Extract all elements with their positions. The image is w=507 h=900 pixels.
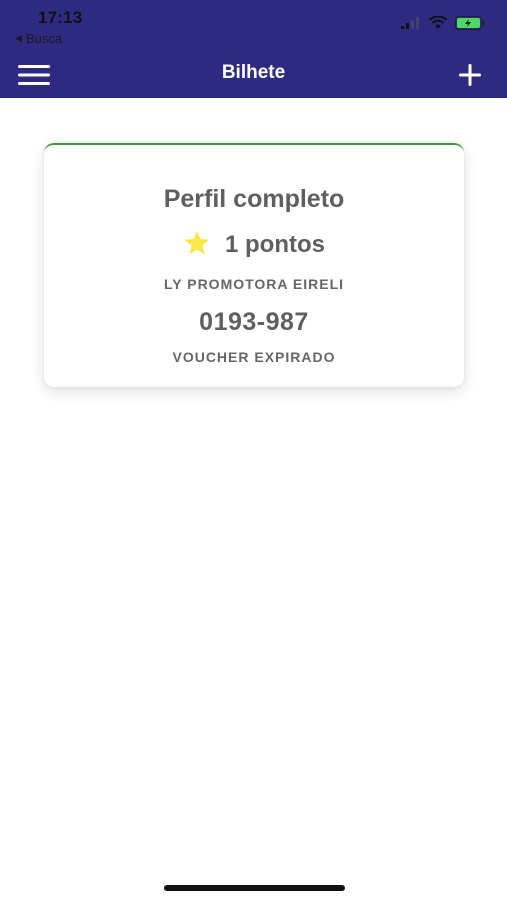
- voucher-title: Perfil completo: [163, 185, 345, 213]
- page-title: Bilhete: [221, 62, 286, 83]
- screen: 17:13 ◀ Busca Bilhete Perfil completo 1 …: [0, 0, 507, 900]
- back-triangle-icon: ◀: [15, 33, 22, 43]
- back-app-label: Busca: [25, 31, 63, 46]
- points-row: 1 pontos: [44, 230, 464, 259]
- cellular-signal-icon: [401, 17, 419, 29]
- plus-icon: [459, 64, 481, 86]
- add-button[interactable]: [457, 62, 483, 88]
- voucher-status: VOUCHER EXPIRADO: [172, 349, 336, 365]
- home-indicator[interactable]: [164, 885, 345, 891]
- voucher-card[interactable]: Perfil completo 1 pontos LY PROMOTORA EI…: [44, 143, 464, 387]
- company-name: LY PROMOTORA EIRELI: [163, 276, 345, 292]
- app-header: 17:13 ◀ Busca Bilhete: [0, 0, 507, 98]
- status-time: 17:13: [38, 8, 83, 27]
- points-value: 1 pontos: [225, 231, 325, 258]
- wifi-icon: [428, 16, 448, 29]
- status-icons: [401, 16, 485, 30]
- star-icon: [184, 230, 210, 255]
- back-to-app-link[interactable]: ◀ Busca: [15, 31, 62, 46]
- battery-charging-icon: [455, 16, 485, 30]
- voucher-code: 0193-987: [199, 308, 309, 336]
